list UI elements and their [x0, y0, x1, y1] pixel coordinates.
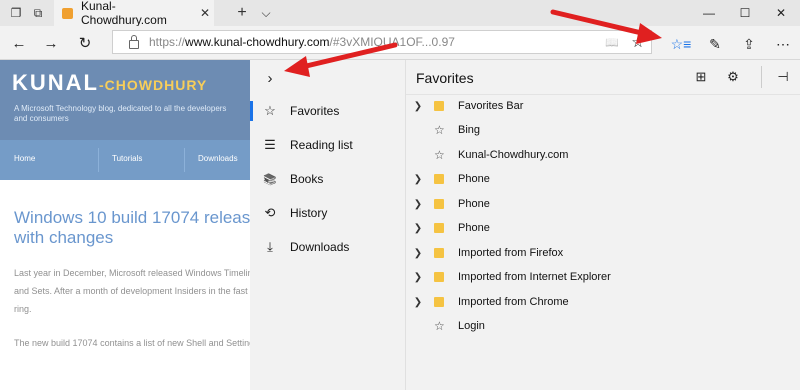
- favorite-folder-row[interactable]: ❯ Phone: [406, 216, 800, 240]
- hub-nav-pane: › ☆ Favorites ☰ Reading list 📚 Books ⟲ H…: [250, 60, 406, 390]
- close-window-button[interactable]: ✕: [764, 0, 798, 26]
- star-icon: ☆: [434, 148, 445, 162]
- url-path: /#3vXMIQUA1OF...0.97: [329, 35, 455, 49]
- chevron-right-icon[interactable]: ❯: [406, 223, 430, 234]
- folder-icon: [434, 199, 444, 209]
- favorites-pane: Favorites ⊞ ⚙ ⊣ ❯ Favorites Bar ☆ Bing ☆…: [406, 60, 800, 390]
- favorite-folder-row[interactable]: ❯ Imported from Firefox: [406, 241, 800, 265]
- favorite-label: Login: [458, 320, 485, 332]
- chevron-right-icon[interactable]: ❯: [406, 101, 430, 112]
- tab-list-icon[interactable]: ⌵: [256, 3, 276, 23]
- favorite-folder-row[interactable]: ❯ Phone: [406, 192, 800, 216]
- favorite-link-row[interactable]: ☆ Kunal-Chowdhury.com: [406, 143, 800, 167]
- star-icon: ☆: [434, 319, 445, 333]
- more-icon[interactable]: ⋯: [772, 33, 794, 55]
- reading-view-icon[interactable]: 📖: [599, 36, 625, 49]
- hub-item-books[interactable]: 📚 Books: [250, 164, 405, 194]
- chevron-right-icon[interactable]: ❯: [406, 248, 430, 259]
- chevron-right-icon[interactable]: ❯: [406, 297, 430, 308]
- minimize-button[interactable]: —: [692, 0, 726, 26]
- address-bar[interactable]: https://www.kunal-chowdhury.com/#3vXMIQU…: [112, 30, 652, 54]
- url-scheme: https://: [149, 35, 186, 49]
- header-divider: [761, 66, 762, 88]
- folder-icon: [434, 223, 444, 233]
- favorite-link-row[interactable]: ☆ Bing: [406, 118, 800, 142]
- favorite-folder-row[interactable]: ❯ Imported from Chrome: [406, 290, 800, 314]
- hub-item-label: Reading list: [290, 138, 353, 152]
- favorite-folder-row[interactable]: ❯ Favorites Bar: [406, 94, 800, 118]
- new-tab-button[interactable]: +: [232, 3, 252, 23]
- star-icon: ☆: [434, 123, 445, 137]
- folder-icon: [434, 101, 444, 111]
- chevron-right-icon[interactable]: ❯: [406, 272, 430, 283]
- folder-icon: [434, 297, 444, 307]
- page-dim-overlay: [0, 60, 250, 390]
- favorite-label: Phone: [458, 222, 490, 234]
- favorite-label: Kunal-Chowdhury.com: [458, 149, 569, 161]
- folder-icon: [434, 272, 444, 282]
- hub-item-label: Downloads: [290, 240, 350, 254]
- set-aside-icon[interactable]: ⧉: [28, 3, 48, 23]
- url-host: www.kunal-chowdhury.com: [185, 35, 330, 49]
- tab-title: Kunal-Chowdhury.com: [81, 0, 167, 27]
- hub-icon[interactable]: ☆≡: [670, 33, 692, 55]
- share-icon[interactable]: ⇪: [738, 33, 760, 55]
- favorites-star-icon: ☆: [264, 103, 276, 118]
- hub-item-reading-list[interactable]: ☰ Reading list: [250, 130, 405, 160]
- site-favicon: [62, 7, 73, 19]
- hub-item-history[interactable]: ⟲ History: [250, 198, 405, 228]
- history-icon: ⟲: [264, 205, 276, 220]
- favorite-folder-row[interactable]: ❯ Imported from Internet Explorer: [406, 265, 800, 289]
- webpage-content: KUNAL-CHOWDHURY A Microsoft Technology b…: [0, 60, 250, 390]
- favorite-label: Phone: [458, 198, 490, 210]
- favorite-label: Imported from Firefox: [458, 247, 564, 259]
- hub-item-label: Books: [290, 172, 324, 186]
- folder-icon: [434, 248, 444, 258]
- folder-icon: [434, 174, 444, 184]
- tab-kunal-chowdhury[interactable]: Kunal-Chowdhury.com ✕: [54, 0, 214, 27]
- back-button[interactable]: ←: [8, 32, 30, 54]
- favorites-title: Favorites: [416, 70, 474, 86]
- web-notes-icon[interactable]: ✎: [704, 33, 726, 55]
- add-favorite-star-icon[interactable]: ☆: [625, 33, 651, 51]
- chevron-right-icon[interactable]: ❯: [406, 174, 430, 185]
- favorite-label: Bing: [458, 124, 481, 136]
- hub-item-label: Favorites: [290, 104, 340, 118]
- favorite-link-row[interactable]: ☆ Login: [406, 314, 800, 338]
- favorites-header: Favorites ⊞ ⚙ ⊣: [406, 60, 800, 95]
- url-text[interactable]: https://www.kunal-chowdhury.com/#3vXMIQU…: [149, 35, 599, 49]
- forward-button[interactable]: →: [40, 32, 62, 54]
- lock-icon: [129, 34, 139, 49]
- chevron-right-icon[interactable]: ❯: [406, 199, 430, 210]
- hub-item-downloads[interactable]: ⤓ Downloads: [250, 232, 405, 262]
- refresh-button[interactable]: ↻: [74, 32, 96, 54]
- favorite-label: Imported from Chrome: [458, 296, 569, 308]
- reading-list-icon: ☰: [264, 137, 276, 152]
- favorite-label: Favorites Bar: [458, 100, 524, 112]
- hub-expand-chevron-icon[interactable]: ›: [260, 68, 280, 88]
- tab-back-icon[interactable]: ❐: [6, 3, 26, 23]
- import-favorites-icon[interactable]: ⊞: [692, 68, 710, 86]
- favorite-label: Imported from Internet Explorer: [458, 271, 611, 283]
- books-icon: 📚: [263, 173, 277, 186]
- maximize-button[interactable]: ☐: [728, 0, 762, 26]
- hub-item-label: History: [290, 206, 328, 220]
- address-toolbar: ← → ↻ https://www.kunal-chowdhury.com/#3…: [0, 26, 800, 60]
- favorite-folder-row[interactable]: ❯ Phone: [406, 167, 800, 191]
- settings-gear-icon[interactable]: ⚙: [724, 68, 742, 86]
- tab-close-icon[interactable]: ✕: [196, 6, 214, 20]
- hub-item-favorites[interactable]: ☆ Favorites: [250, 96, 405, 126]
- downloads-icon: ⤓: [267, 239, 273, 254]
- tab-bar: ❐ ⧉ Kunal-Chowdhury.com ✕ + ⌵ — ☐ ✕: [0, 0, 800, 27]
- favorite-label: Phone: [458, 173, 490, 185]
- pin-pane-icon[interactable]: ⊣: [774, 68, 792, 86]
